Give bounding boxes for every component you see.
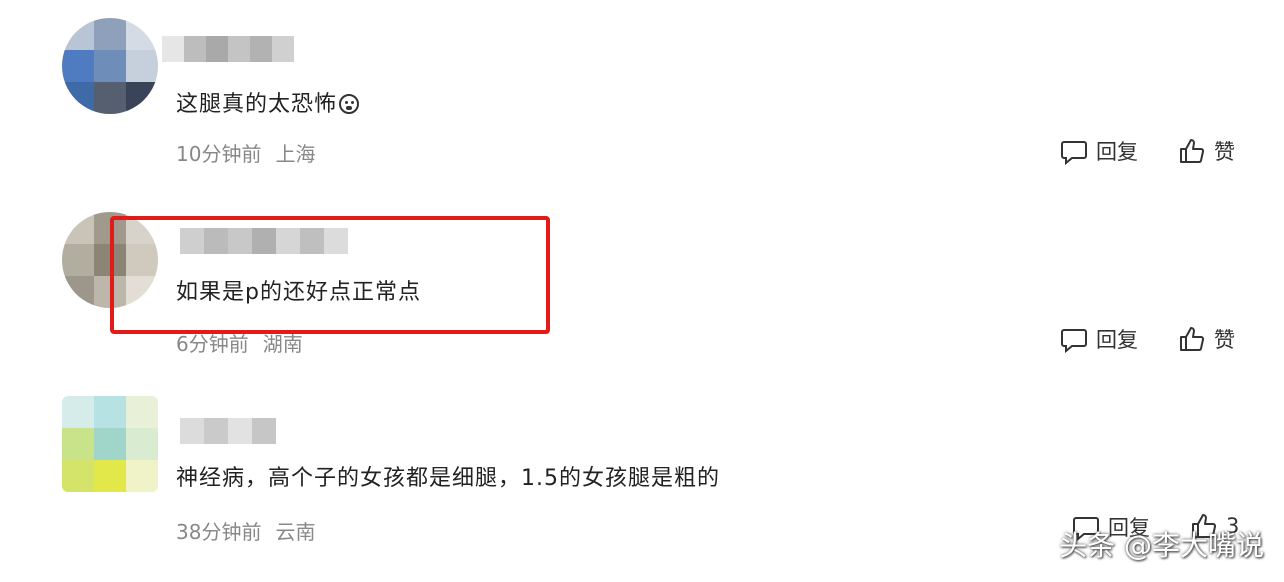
reply-label: 回复 [1096,140,1138,164]
comment-location: 云南 [275,520,316,544]
avatar[interactable] [62,18,158,114]
comment-time: 38分钟前 [176,520,262,544]
thumbs-up-icon [1180,327,1205,351]
red-highlight-box [110,216,550,334]
comment-text: 神经病，高个子的女孩都是细腿，1.5的女孩腿是粗的 [176,466,720,491]
thumbs-up-icon [1180,139,1205,163]
comment-item-1: 这腿真的太恐怖 10分钟前 上海 回复 赞 [0,0,1284,190]
like-button[interactable]: 赞 [1178,324,1235,354]
like-label: 赞 [1214,328,1235,352]
like-button[interactable]: 赞 [1178,136,1235,166]
comment-bubble-icon [1061,329,1087,353]
grimace-emoji-icon [339,94,360,114]
reply-label: 回复 [1096,328,1138,352]
reply-button[interactable]: 回复 [1060,324,1138,354]
comment-location: 湖南 [262,332,303,356]
username-blurred[interactable] [162,36,294,62]
username-blurred[interactable] [180,418,276,444]
comment-text: 这腿真的太恐怖 [176,86,360,118]
comment-time: 10分钟前 [176,142,262,166]
avatar[interactable] [62,396,158,492]
comment-time: 6分钟前 [176,332,249,356]
reply-button[interactable]: 回复 [1060,136,1138,166]
comment-meta: 38分钟前 云南 [176,516,315,545]
comment-location: 上海 [275,142,316,166]
comment-meta: 10分钟前 上海 [176,138,315,167]
comment-bubble-icon [1061,141,1087,165]
like-label: 赞 [1214,140,1235,164]
watermark: 头条 @李大嘴说 [1059,529,1264,562]
